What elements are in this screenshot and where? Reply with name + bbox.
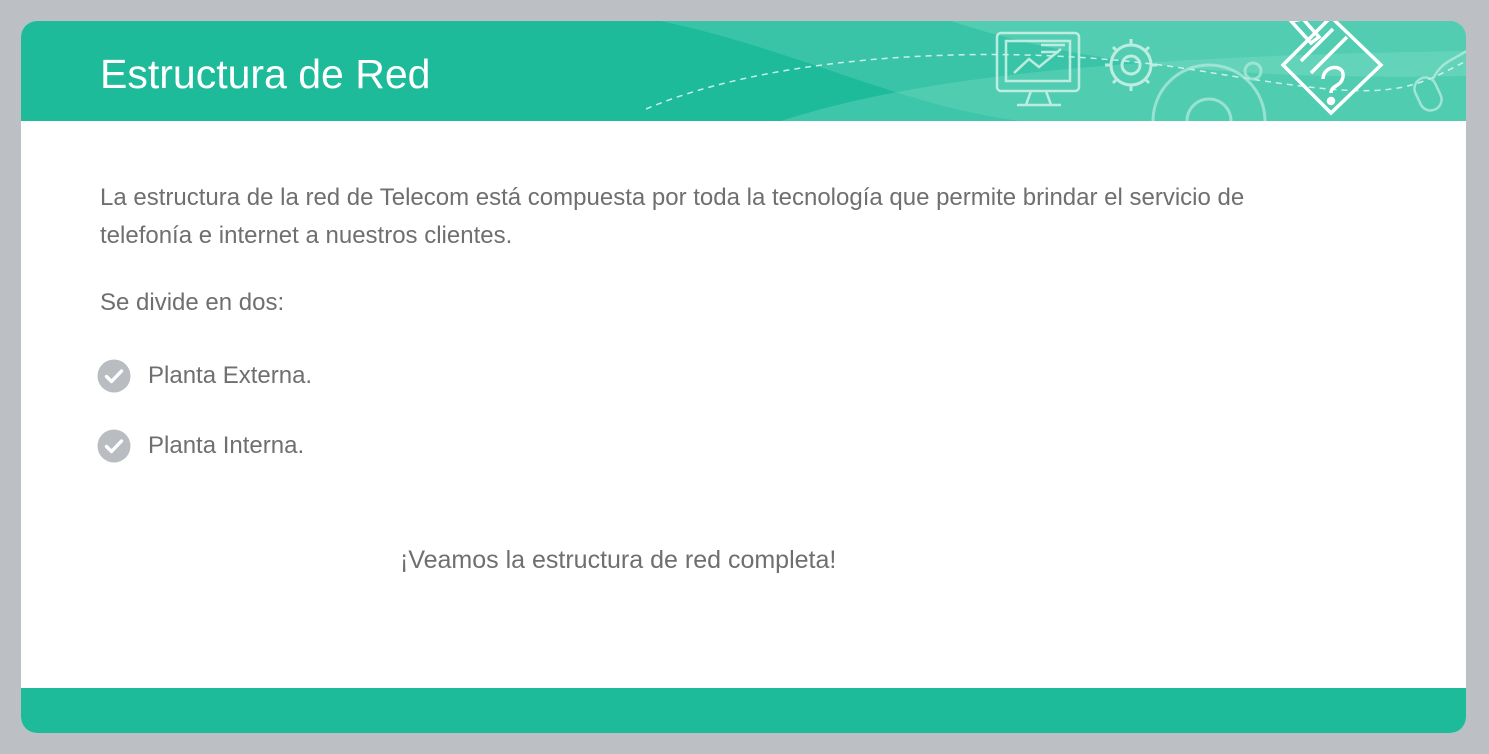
slide-footer-bar <box>21 688 1466 733</box>
check-circle-icon <box>97 429 131 463</box>
list-item: Planta Externa. <box>97 358 312 394</box>
subheading: Se divide en dos: <box>100 289 285 316</box>
list-item-label: Planta Interna. <box>148 432 305 459</box>
intro-paragraph: La estructura de la red de Telecom está … <box>100 184 1245 249</box>
check-circle-icon <box>97 359 131 393</box>
call-to-action-text: ¡Veamos la estructura de red completa! <box>400 546 837 574</box>
list-item-label: Planta Externa. <box>148 362 313 389</box>
page-title: Estructura de Red <box>100 51 431 97</box>
slide-header: Estructura de Red <box>21 21 1466 121</box>
list-item: Planta Interna. <box>97 428 304 464</box>
slide-card: Estructura de Red La estructura de la re… <box>21 21 1466 733</box>
